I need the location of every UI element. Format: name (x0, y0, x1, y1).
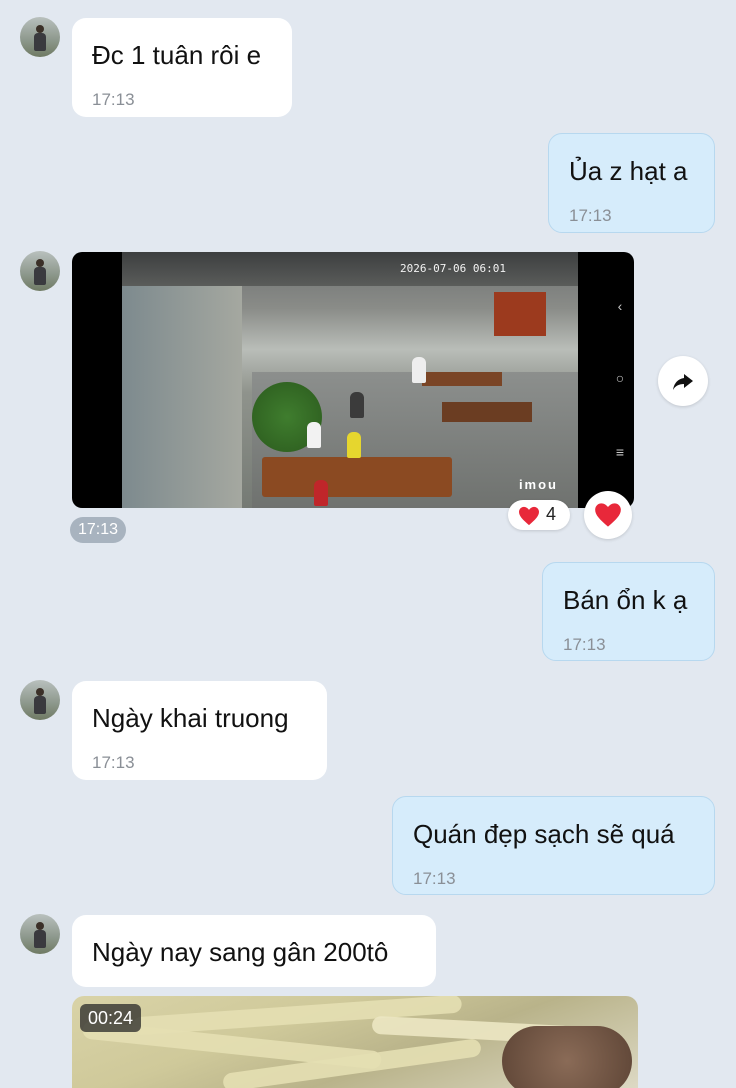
forward-button[interactable] (658, 356, 708, 406)
video-duration: 00:24 (80, 1004, 142, 1032)
video-menu-icon: ≡ (615, 444, 625, 460)
sender-avatar[interactable] (20, 914, 60, 954)
message-text: Bán ổn k ạ (563, 585, 688, 615)
video-time-pill: 17:13 (70, 517, 126, 543)
message-bubble[interactable]: Ngày nay sang gân 200tô (72, 915, 436, 987)
message-bubble[interactable]: Đc 1 tuân rôi e 17:13 (72, 18, 292, 117)
message-time: 17:13 (92, 753, 135, 772)
message-bubble[interactable]: Ngày khai truong 17:13 (72, 681, 327, 780)
message-bubble[interactable]: Ủa z hạt a 17:13 (548, 133, 715, 233)
reaction-count: 4 (546, 504, 557, 524)
message-text: Ngày khai truong (92, 703, 289, 733)
sender-avatar[interactable] (20, 680, 60, 720)
message-text: Đc 1 tuân rôi e (92, 40, 262, 70)
video-frame: 2026-07-06 06:01 imou (122, 252, 578, 508)
video-timestamp-overlay: 2026-07-06 06:01 (400, 262, 506, 275)
sender-avatar[interactable] (20, 251, 60, 291)
heart-icon (595, 503, 621, 527)
message-bubble[interactable]: Bán ổn k ạ 17:13 (542, 562, 715, 661)
camera-brand-watermark: imou (518, 477, 558, 492)
message-text: Ủa z hạt a (569, 156, 688, 186)
video-message[interactable]: 2026-07-06 06:01 imou ‹ ○ ≡ (72, 252, 634, 508)
video-home-icon: ○ (615, 370, 625, 386)
message-time: 17:13 (92, 90, 135, 109)
video-thumbnail[interactable]: 00:24 (72, 996, 638, 1088)
message-text: Quán đẹp sạch sẽ quá (413, 819, 675, 849)
react-button[interactable] (584, 491, 632, 539)
video-back-icon: ‹ (617, 298, 623, 314)
message-text: Ngày nay sang gân 200tô (92, 937, 389, 967)
sender-avatar[interactable] (20, 17, 60, 57)
message-time: 17:13 (569, 206, 612, 225)
message-time: 17:13 (563, 635, 606, 654)
reaction-summary[interactable]: 4 (508, 500, 570, 530)
heart-icon (519, 506, 539, 526)
message-bubble[interactable]: Quán đẹp sạch sẽ quá 17:13 (392, 796, 715, 895)
message-time: 17:13 (413, 869, 456, 888)
forward-arrow-icon (673, 374, 693, 390)
